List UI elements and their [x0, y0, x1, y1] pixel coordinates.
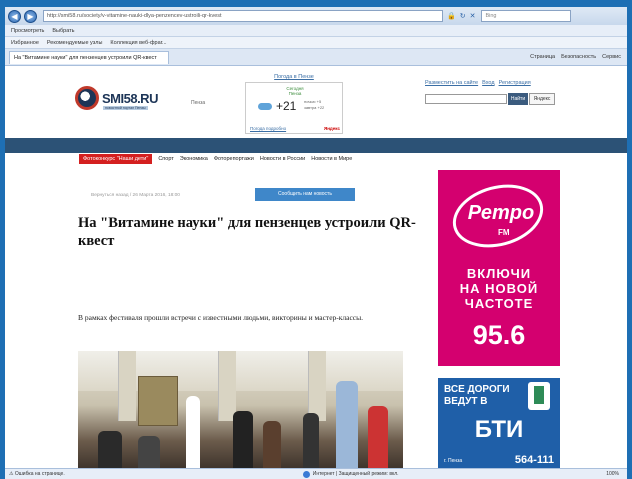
retro-ad-text: ВКЛЮЧИ НА НОВОЙ ЧАСТОТЕ — [438, 266, 560, 311]
retro-line: НА НОВОЙ — [459, 281, 539, 296]
photo-person — [263, 421, 281, 468]
photo-column — [218, 351, 236, 421]
web-page: SMI58.RU новостной портал Пензы Пенза По… — [5, 66, 627, 468]
lock-icon[interactable]: 🔒 — [447, 12, 456, 20]
zone-text: Интернет | Защищенный режим: вкл. — [312, 471, 399, 477]
article-meta[interactable]: Вернуться назад / 26 Марта 2016, 18:00 — [91, 193, 180, 198]
retro-logo: Ретро — [467, 202, 535, 224]
weather-tomorrow: завтра +22 — [304, 105, 325, 110]
nav-item-russia-news[interactable]: Новости в России — [260, 156, 305, 162]
retro-line: ЧАСТОТЕ — [464, 296, 534, 311]
site-search-input[interactable] — [425, 94, 507, 104]
menu-item-view[interactable]: Просмотреть — [11, 28, 44, 34]
bti-name: БТИ — [474, 416, 524, 443]
menu-item-select[interactable]: Выбрать — [52, 28, 74, 34]
status-text[interactable]: Ошибка на странице. — [15, 471, 65, 477]
yandex-search-button[interactable]: Яндекс — [529, 93, 555, 105]
command-security[interactable]: Безопасность — [561, 54, 596, 60]
retro-line: ВКЛЮЧИ — [466, 266, 532, 281]
city-label: Пенза — [191, 100, 206, 106]
weather-city: Сегодня Пенза — [246, 86, 344, 96]
logo-text: SMI58.RU — [102, 90, 158, 106]
bti-phone: 564-111 — [514, 454, 554, 466]
address-input[interactable]: http://smi58.ru/society/v-vitamine-nauki… — [43, 10, 443, 22]
menu-bar: Просмотреть Выбрать — [5, 25, 627, 37]
login-link[interactable]: Вход — [482, 80, 494, 86]
photo-person — [336, 381, 358, 468]
favorites-bar: Избранное Рекомендуемые узлы Коллекция в… — [5, 37, 627, 49]
weather-forecast: ночью +5 завтра +22 — [304, 99, 324, 111]
photo-person — [233, 411, 253, 468]
logo-subtitle: новостной портал Пензы — [103, 106, 148, 110]
nav-item-sport[interactable]: Спорт — [158, 156, 173, 162]
advertise-link[interactable]: Разместить на сайте — [425, 80, 478, 86]
photo-person — [98, 431, 122, 468]
status-warning-icon[interactable]: ⚠ — [9, 471, 13, 477]
photo-person — [186, 396, 200, 468]
nav-item-photo-contest[interactable]: Фотоконкурс "Наши дети" — [79, 153, 153, 164]
article-photo[interactable] — [78, 351, 403, 468]
article-headline: На "Витамине науки" для пензенцев устрои… — [78, 215, 416, 249]
top-links: Разместить на сайте Вход Регистрация — [425, 80, 531, 86]
back-button[interactable]: ◀ — [8, 9, 21, 23]
favorites-button[interactable]: Избранное — [11, 40, 39, 46]
bti-city: г. Пенза — [444, 458, 463, 464]
photo-person — [138, 436, 160, 468]
cloud-icon — [258, 103, 272, 110]
retro-fm-ad[interactable]: Ретро FM ВКЛЮЧИ НА НОВОЙ ЧАСТОТЕ 95.6 — [438, 170, 560, 366]
bti-emblem-icon — [528, 382, 550, 410]
weather-header-link[interactable]: Погода в Пензе — [245, 74, 343, 80]
tab-active[interactable]: На "Витамине науки" для пензенцев устрои… — [9, 50, 169, 64]
photo-person — [368, 406, 388, 468]
favorites-item-gallery[interactable]: Коллекция веб-фраг... — [110, 40, 166, 46]
nav-item-world-news[interactable]: Новости в Мире — [311, 156, 352, 162]
forward-button[interactable]: ▶ — [24, 9, 37, 23]
status-bar: ⚠ Ошибка на странице. Интернет | Защищен… — [5, 468, 627, 479]
weather-details-link[interactable]: Погода подробно — [250, 126, 286, 131]
refresh-icon[interactable]: ↻ — [460, 12, 466, 20]
browser-search-input[interactable]: Bing — [481, 10, 572, 22]
site-header-bar — [5, 138, 627, 153]
photo-person — [303, 413, 319, 468]
site-logo[interactable]: SMI58.RU новостной портал Пензы — [75, 84, 171, 112]
weather-city-name: Пенза — [288, 91, 302, 96]
yandex-brand[interactable]: Яндекс — [324, 126, 340, 131]
photo-column — [308, 351, 326, 421]
weather-night: ночью +5 — [304, 99, 322, 104]
url-text: http://smi58.ru/society/v-vitamine-nauki… — [47, 13, 222, 19]
bti-slogan: ВСЕ ДОРОГИ ВЕДУТ В — [444, 384, 510, 407]
globe-icon — [302, 470, 310, 478]
register-link[interactable]: Регистрация — [499, 80, 531, 86]
site-search-button[interactable]: Найти — [508, 93, 528, 105]
share-news-button[interactable]: Сообщить нам новость — [255, 188, 355, 201]
command-page[interactable]: Страница — [530, 54, 555, 60]
photo-column — [118, 351, 136, 421]
security-zone[interactable]: Интернет | Защищенный режим: вкл. — [302, 470, 399, 478]
zoom-level[interactable]: 100% — [606, 471, 627, 477]
weather-widget: Сегодня Пенза +21 ночью +5 завтра +22 Пого… — [245, 82, 343, 134]
weather-temp: +21 — [276, 99, 297, 113]
article-lead: В рамках фестиваля прошли встречи с изве… — [78, 313, 364, 322]
bti-ad[interactable]: ВСЕ ДОРОГИ ВЕДУТ В БТИ г. Пенза 564-111 — [438, 378, 560, 468]
site-nav: Фотоконкурс "Наши дети" Спорт Экономика … — [79, 153, 352, 164]
nav-item-photo-reports[interactable]: Фоторепортажи — [214, 156, 254, 162]
retro-frequency: 95.6 — [472, 320, 526, 350]
browser-address-bar-row: ◀ ▶ http://smi58.ru/society/v-vitamine-n… — [5, 7, 627, 25]
stop-icon[interactable]: ✕ — [470, 12, 476, 20]
retro-fm-label: FM — [498, 228, 510, 237]
nav-item-economy[interactable]: Экономика — [180, 156, 208, 162]
logo-emblem-icon — [75, 86, 99, 110]
tab-bar: На "Витамине науки" для пензенцев устрои… — [5, 49, 627, 66]
command-tools[interactable]: Сервис — [602, 54, 621, 60]
photo-board — [138, 376, 178, 426]
browser-search-placeholder: Bing — [485, 13, 497, 19]
favorites-item-suggested[interactable]: Рекомендуемые узлы — [47, 40, 103, 46]
